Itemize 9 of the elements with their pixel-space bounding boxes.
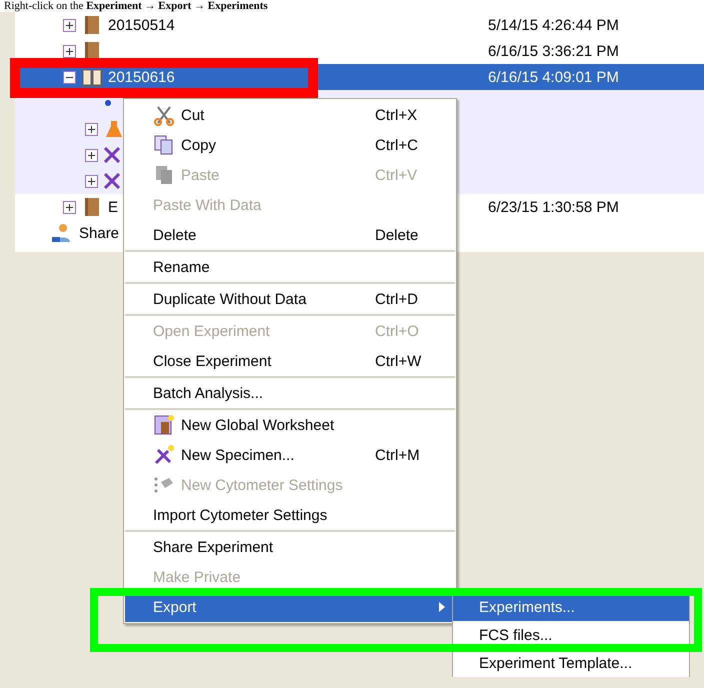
- tree-label: 20150514: [108, 16, 175, 34]
- modified-date: 6/16/15 3:36:21 PM: [488, 42, 620, 60]
- tree-label: Share: [79, 224, 120, 242]
- instruction-caption: Right-click on the Experiment → Export → Experiments: [3, 0, 268, 12]
- tree-label: E: [108, 198, 118, 216]
- tree-label: 20150616: [108, 68, 175, 86]
- modified-date: 5/14/15 4:26:44 PM: [488, 16, 620, 34]
- modified-date: 6/23/15 1:30:58 PM: [488, 198, 620, 216]
- modified-date: 6/16/15 4:09:01 PM: [488, 68, 620, 86]
